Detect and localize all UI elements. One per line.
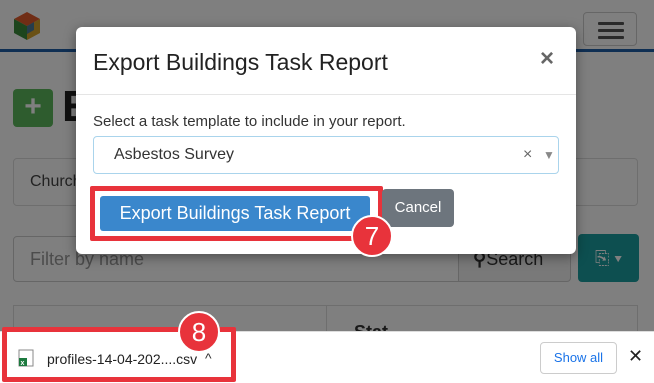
step-8-badge: 8 <box>178 311 220 353</box>
selected-template: Asbestos Survey <box>114 146 235 163</box>
step-7-badge: 7 <box>351 215 393 257</box>
close-icon[interactable]: × <box>540 45 554 73</box>
modal-body: Select a task template to include in you… <box>76 95 576 254</box>
task-template-select[interactable]: Asbestos Survey × ▼ <box>93 136 559 174</box>
export-report-button[interactable]: Export Buildings Task Report <box>100 196 370 231</box>
clear-selection-icon[interactable]: × <box>523 146 532 164</box>
close-download-bar-icon[interactable]: ✕ <box>628 346 643 367</box>
modal-title: Export Buildings Task Report <box>93 49 388 75</box>
dropdown-arrow-icon[interactable]: ▼ <box>543 148 555 162</box>
task-template-label: Select a task template to include in you… <box>93 113 406 130</box>
cancel-button[interactable]: Cancel <box>382 189 454 227</box>
export-report-modal: Export Buildings Task Report × Select a … <box>76 27 576 254</box>
show-all-button[interactable]: Show all <box>540 342 617 374</box>
modal-header: Export Buildings Task Report × <box>76 27 576 95</box>
